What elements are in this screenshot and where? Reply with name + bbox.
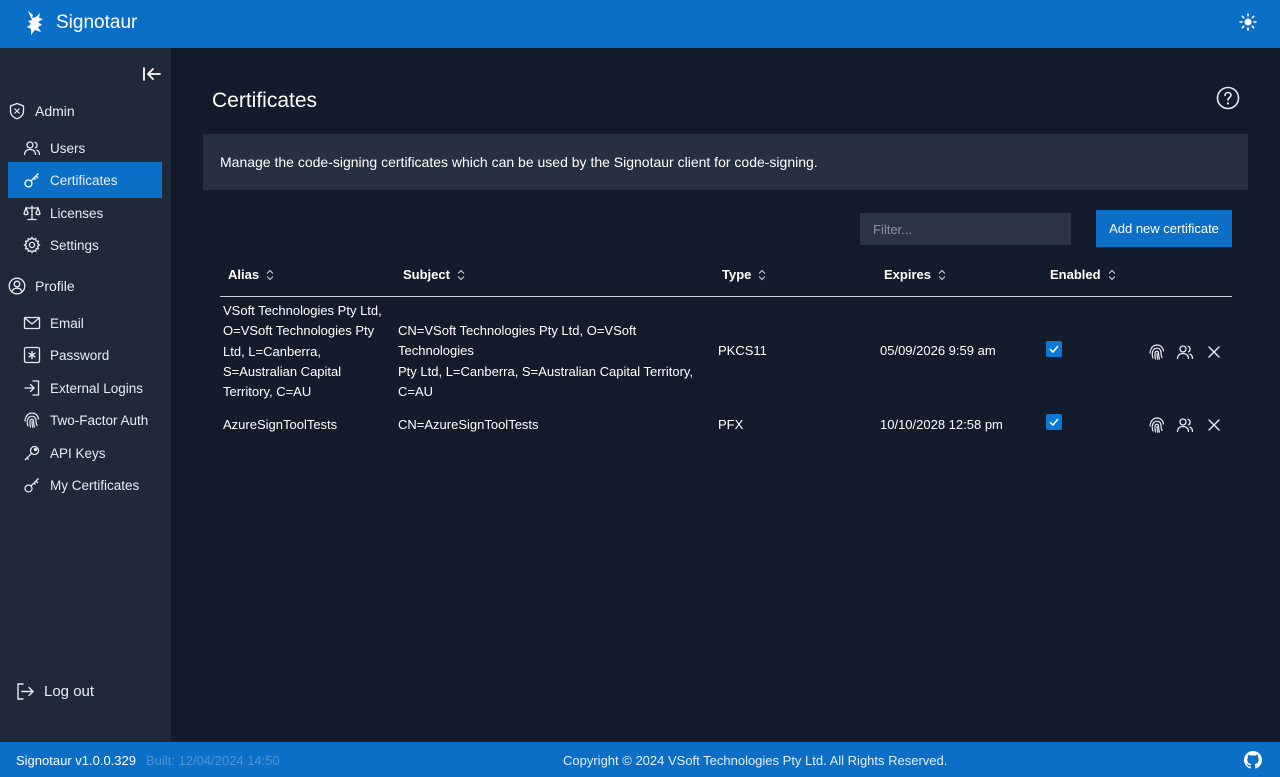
sort-icon (266, 269, 274, 280)
collapse-sidebar-icon[interactable] (141, 65, 163, 83)
top-bar: Signotaur (0, 0, 1280, 48)
sort-icon (1108, 269, 1115, 280)
enabled-checkbox[interactable] (1046, 341, 1062, 357)
cell-alias: VSoft Technologies Pty Ltd, O=VSoft Tech… (223, 303, 382, 400)
github-icon[interactable] (1244, 751, 1262, 769)
build-date-label: Built: 12/04/2024 14:50 (146, 753, 280, 768)
sidebar-item-label: API Keys (50, 445, 106, 461)
shield-icon (9, 102, 25, 120)
section-label: Profile (35, 278, 75, 294)
help-icon[interactable] (1216, 86, 1240, 110)
sidebar-item-users[interactable]: Users (8, 130, 162, 166)
cell-alias: AzureSignToolTests (223, 417, 338, 432)
filter-input[interactable] (860, 213, 1071, 245)
section-label: Admin (35, 103, 75, 119)
sidebar-item-email[interactable]: Email (8, 305, 162, 341)
logout-label: Log out (44, 683, 95, 700)
sort-icon (759, 269, 766, 280)
fingerprint-icon[interactable] (1148, 343, 1166, 361)
sidebar-item-label: Two-Factor Auth (50, 412, 149, 428)
sidebar: Admin Users Certificates Licenses Settin… (0, 48, 171, 742)
scale-icon (23, 205, 41, 221)
add-new-certificate-button[interactable]: Add new certificate (1096, 210, 1232, 247)
copyright-text: Copyright © 2024 VSoft Technologies Pty … (563, 753, 948, 768)
sidebar-item-settings[interactable]: Settings (8, 227, 162, 263)
logout-icon (17, 683, 34, 700)
sidebar-item-label: Certificates (50, 172, 118, 188)
column-header-type[interactable]: Type (722, 267, 766, 282)
gear-icon (23, 236, 41, 254)
key-icon (24, 173, 39, 188)
sidebar-item-label: External Logins (50, 380, 144, 396)
sidebar-item-certificates[interactable]: Certificates (8, 162, 162, 198)
signotaur-logo-icon[interactable] (24, 9, 48, 37)
sidebar-item-label: Settings (50, 237, 99, 253)
key-icon (24, 445, 40, 461)
enabled-checkbox[interactable] (1046, 414, 1062, 430)
checkmark-icon (1049, 345, 1059, 354)
description-panel: Manage the code-signing certificates whi… (203, 134, 1248, 190)
sidebar-item-external-logins[interactable]: External Logins (8, 370, 162, 406)
cell-expires: 10/10/2028 12:58 pm (880, 417, 1003, 432)
sidebar-item-password[interactable]: Password (8, 337, 162, 373)
app-title[interactable]: Signotaur (56, 12, 137, 34)
user-circle-icon (8, 277, 26, 295)
fingerprint-icon (24, 412, 40, 428)
sidebar-section-admin: Admin (8, 102, 75, 120)
page-title: Certificates (212, 89, 318, 112)
login-arrow-icon (24, 380, 40, 396)
cell-subject: CN=AzureSignToolTests (398, 417, 539, 432)
sidebar-item-api-keys[interactable]: API Keys (8, 435, 162, 471)
sun-icon[interactable] (1238, 12, 1258, 32)
cell-expires: 05/09/2026 9:59 am (880, 343, 996, 358)
sidebar-item-two-factor-auth[interactable]: Two-Factor Auth (8, 402, 162, 438)
asterisk-icon (23, 346, 41, 364)
logout-button[interactable]: Log out (16, 682, 94, 701)
column-header-expires[interactable]: Expires (884, 267, 946, 282)
version-label: Signotaur v1.0.0.329 (16, 753, 136, 768)
sidebar-item-label: Password (50, 347, 110, 363)
column-header-enabled[interactable]: Enabled (1050, 267, 1116, 282)
users-icon[interactable] (1176, 343, 1194, 361)
cell-subject: CN=VSoft Technologies Pty Ltd, O=VSoft T… (398, 323, 694, 399)
sidebar-item-licenses[interactable]: Licenses (8, 195, 162, 231)
envelope-icon (23, 316, 41, 330)
key-icon (24, 478, 39, 493)
cell-type: PFX (718, 417, 744, 432)
sidebar-item-label: Licenses (50, 205, 104, 221)
sidebar-item-my-certificates[interactable]: My Certificates (8, 467, 162, 503)
cell-type: PKCS11 (718, 343, 767, 358)
sidebar-section-profile: Profile (8, 277, 75, 295)
users-icon (23, 141, 41, 156)
sort-icon (938, 269, 946, 280)
users-icon[interactable] (1176, 416, 1194, 434)
description-text: Manage the code-signing certificates whi… (220, 154, 818, 170)
sidebar-item-label: Users (50, 140, 86, 156)
sidebar-item-label: My Certificates (50, 477, 140, 493)
fingerprint-icon[interactable] (1148, 416, 1166, 434)
checkmark-icon (1049, 418, 1059, 427)
close-icon[interactable] (1205, 416, 1223, 434)
column-header-subject[interactable]: Subject (403, 267, 465, 282)
sidebar-item-label: Email (50, 315, 84, 331)
sort-icon (457, 269, 465, 280)
table-header-divider (220, 296, 1232, 297)
close-icon[interactable] (1205, 343, 1223, 361)
column-header-alias[interactable]: Alias (228, 267, 274, 282)
footer: Signotaur v1.0.0.329 Built: 12/04/2024 1… (0, 742, 1280, 777)
